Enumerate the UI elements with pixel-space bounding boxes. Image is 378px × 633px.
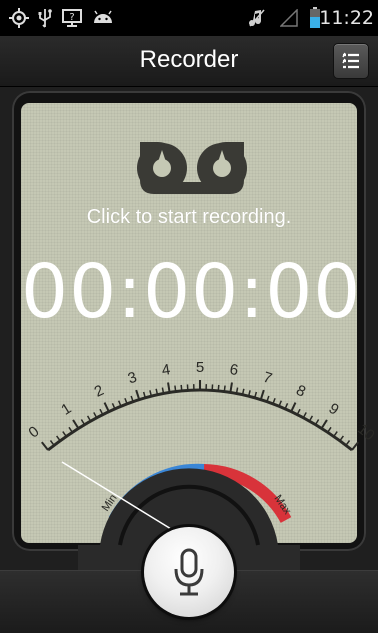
meter-tick-label: 3 [126, 369, 139, 388]
meter-major-tick [168, 383, 170, 393]
meter-minor-tick [346, 441, 350, 446]
meter-major-tick [42, 442, 48, 450]
meter-tick-label: 9 [326, 400, 342, 419]
record-button[interactable] [144, 527, 234, 617]
meter-tick-label: 7 [261, 369, 274, 388]
meter-major-tick [261, 390, 264, 400]
meter-tick-label: 6 [228, 361, 239, 379]
meter-minor-tick [224, 386, 225, 392]
meter-major-tick [291, 403, 295, 412]
meter-scale-arc [48, 390, 352, 450]
meter-tick-label: 0 [25, 423, 42, 442]
meter-tick-label: 4 [161, 361, 172, 379]
meter-minor-tick [69, 427, 72, 432]
meter-major-tick [73, 420, 78, 428]
meter-tick-label: 10 [354, 420, 378, 444]
meter-tick-label: 8 [293, 382, 308, 401]
meter-minor-tick [340, 436, 344, 441]
meter-major-tick [352, 442, 358, 450]
meter-minor-tick [175, 386, 176, 392]
meter-major-tick [230, 383, 232, 393]
meter-major-tick [105, 403, 109, 412]
meter-minor-tick [218, 385, 219, 391]
meter-minor-tick [57, 436, 61, 441]
meter-minor-tick [328, 427, 331, 432]
meter-major-tick [322, 420, 327, 428]
meter-tick-label: 5 [196, 359, 204, 376]
meter-minor-tick [334, 432, 337, 437]
meter-minor-tick [181, 385, 182, 391]
meter-minor-tick [50, 441, 54, 446]
meter-tick-label: 1 [58, 400, 74, 419]
meter-minor-tick [63, 432, 66, 437]
meter-tick-label: 2 [92, 382, 107, 401]
meter-major-tick [136, 390, 139, 400]
microphone-icon [171, 547, 207, 599]
